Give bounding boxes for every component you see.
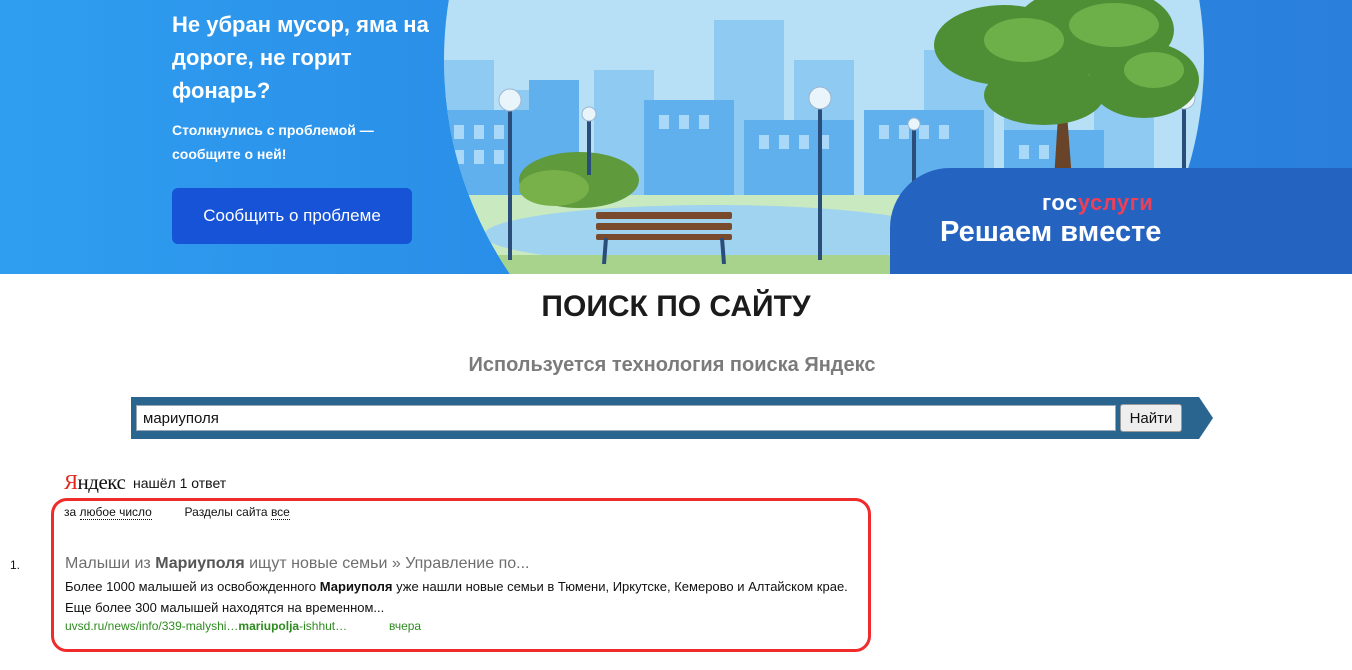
logo-uslugi-text: услуги [1077, 190, 1154, 215]
results-count: нашёл 1 ответ [133, 475, 227, 491]
result-date: вчера [389, 619, 422, 633]
result-url-part: uvsd.ru/news/info/339-malyshi… [65, 619, 239, 633]
logo-gos-text: гос [1042, 190, 1078, 215]
result-snippet: Более 1000 малышей из освобожденного Мар… [65, 576, 865, 618]
result-title-link[interactable]: Малыши из Мариуполя ищут новые семьи » У… [65, 555, 529, 573]
result-url-part: -ishhut… [299, 619, 348, 633]
yandex-logo-rest: ндекс [77, 470, 126, 494]
gosuslugi-logo: госуслуги [1042, 190, 1153, 216]
result-snippet-match: Мариуполя [319, 579, 393, 594]
page-title: ПОИСК ПО САЙТУ [541, 290, 811, 323]
banner-slogan: Решаем вместе [940, 216, 1162, 248]
result-number: 1. [10, 558, 21, 572]
yandex-logo-first-letter: Я [64, 470, 78, 494]
result-title-part: Малыши из [65, 555, 156, 572]
result-snippet-part: Более 1000 малышей из освобожденного [65, 579, 320, 594]
search-bar-arrow [1199, 397, 1213, 439]
result-url-match: mariupolja [238, 619, 300, 633]
page-subtitle: Используется технология поиска Яндекс [468, 354, 876, 376]
report-problem-button[interactable]: Сообщить о проблеме [172, 188, 412, 244]
result-title-match: Мариуполя [155, 555, 245, 572]
banner-subtitle: Столкнулись с проблемой — сообщите о ней… [172, 122, 374, 162]
promo-banner: Не убран мусор, яма на дороге, не горит … [0, 0, 1352, 274]
yandex-logo: Яндекс [64, 470, 126, 495]
search-input[interactable] [136, 405, 1116, 431]
banner-title: Не убран мусор, яма на дороге, не горит … [172, 12, 429, 103]
result-title-part: ищут новые семьи » Управление по... [244, 555, 530, 572]
search-button[interactable]: Найти [1120, 404, 1182, 432]
result-url[interactable]: uvsd.ru/news/info/339-malyshi…mariupolja… [65, 619, 347, 633]
